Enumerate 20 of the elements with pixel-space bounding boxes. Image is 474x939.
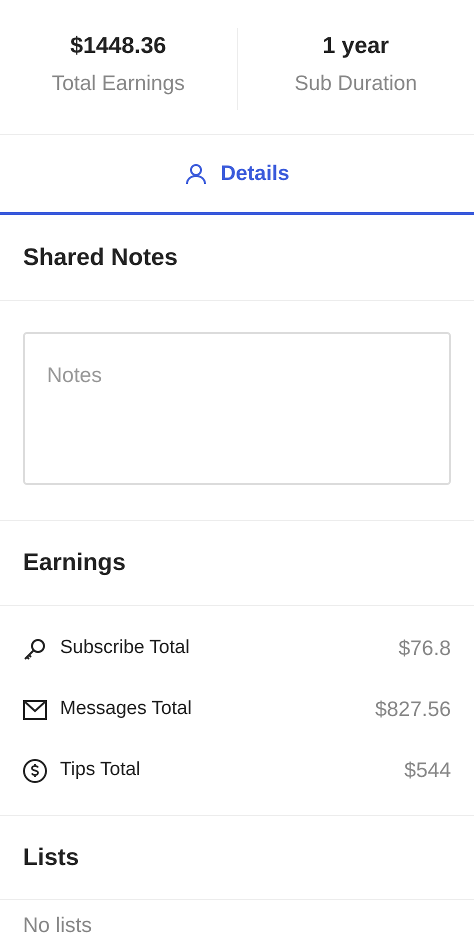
person-icon xyxy=(184,162,207,184)
earning-amount: $827.56 xyxy=(375,696,451,723)
section-title: Shared Notes xyxy=(23,242,178,272)
earning-label: Subscribe Total xyxy=(60,636,190,660)
key-icon xyxy=(23,636,47,660)
dollar-icon xyxy=(23,758,47,782)
earning-amount: $76.8 xyxy=(398,636,451,662)
stat-label: Sub Duration xyxy=(294,71,418,97)
earning-amount: $544 xyxy=(404,758,451,784)
earning-label: Messages Total xyxy=(60,697,192,722)
notes-field[interactable]: Notes xyxy=(23,332,451,485)
stat-label: Total Earnings xyxy=(52,71,185,97)
earning-label: Tips Total xyxy=(60,758,140,782)
empty-message: No lists xyxy=(23,913,93,939)
stat-value: $1448.36 xyxy=(70,31,166,60)
stat-value: 1 year xyxy=(322,31,389,60)
mail-icon xyxy=(23,700,47,720)
section-title: Lists xyxy=(23,842,80,872)
details-tab[interactable]: Details xyxy=(0,135,474,215)
section-title: Earnings xyxy=(23,548,126,578)
